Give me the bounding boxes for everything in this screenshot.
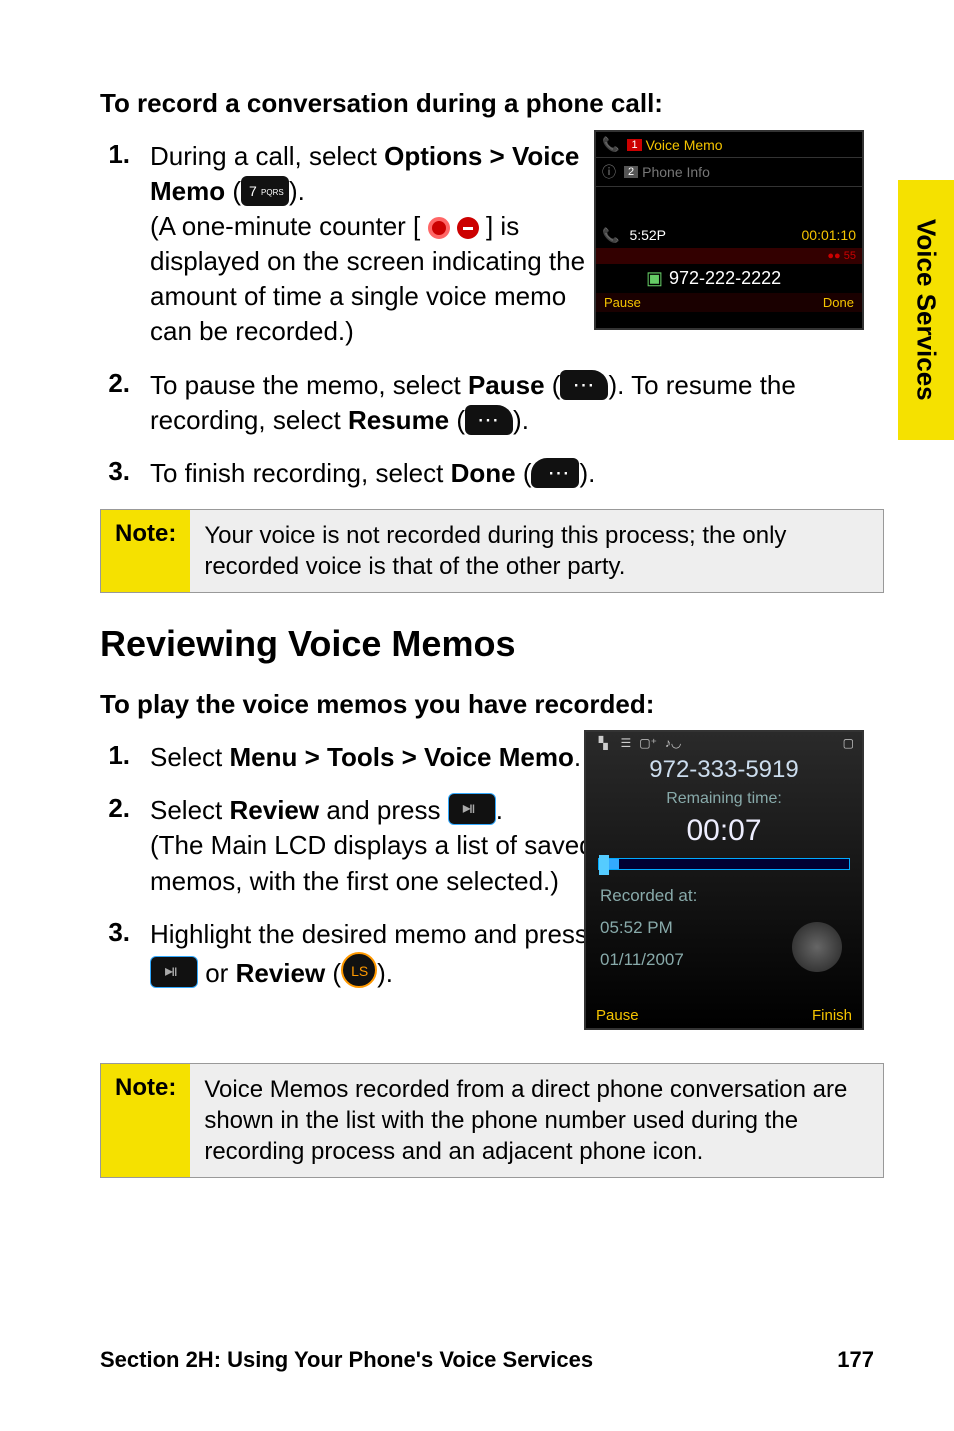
play-pause-key-icon: [448, 793, 496, 825]
step-bold: Review: [236, 958, 326, 988]
section-side-tab: Voice Services: [898, 180, 954, 440]
step-text: Highlight the desired memo and press: [150, 919, 588, 949]
remaining-label: Remaining time:: [586, 790, 862, 808]
step-text: or: [198, 958, 236, 988]
section-heading: Reviewing Voice Memos: [100, 623, 884, 665]
remaining-time: 00:07: [586, 814, 862, 848]
step-text: Select: [150, 795, 230, 825]
step-bold: Review: [230, 795, 320, 825]
note-text: Your voice is not recorded during this p…: [190, 510, 883, 592]
recorded-at-label: Recorded at:: [586, 880, 862, 912]
phone-icon: 📞: [602, 136, 619, 153]
phone-number: 972-222-2222: [669, 268, 781, 288]
step-text: (A one-minute counter [: [150, 211, 420, 241]
phone-screenshot-call: 📞 1 Voice Memo ⓘ 2 Phone Info 📞 5:52P 00:01:10…: [594, 130, 864, 330]
tab-label: Voice Memo: [646, 137, 723, 153]
step-text: (: [545, 370, 561, 400]
softkey-right: Done: [823, 295, 854, 310]
vibrate-icon: ▢⁺: [639, 736, 657, 750]
step-text: Select: [150, 742, 230, 772]
step-bold: Menu > Tools > Voice Memo: [230, 742, 574, 772]
record-icon: [428, 217, 450, 239]
step-number: 3.: [100, 917, 130, 991]
note-box: Note: Voice Memos recorded from a direct…: [100, 1063, 884, 1179]
page-footer: Section 2H: Using Your Phone's Voice Ser…: [100, 1347, 874, 1373]
footer-section: Section 2H: Using Your Phone's Voice Ser…: [100, 1347, 593, 1373]
battery-icon: ▢: [843, 736, 854, 750]
softkey-dots-left-icon: [531, 458, 579, 488]
step-text: (The Main LCD displays a list of saved m…: [150, 830, 594, 895]
contact-icon: ▣: [646, 268, 663, 288]
softkey-dots-icon: [465, 405, 513, 435]
step-text: (: [325, 958, 341, 988]
tab-index: 2: [624, 166, 638, 178]
phone-screenshot-memo: ▝▖ ☰ ▢⁺ ♪◡ ▢ 972-333-5919 Remaining time: 00…: [584, 730, 864, 1030]
step-number: 1.: [100, 740, 130, 775]
info-icon: ⓘ: [602, 162, 616, 182]
step-text: During a call, select: [150, 141, 384, 171]
step-number: 2.: [100, 368, 130, 438]
page-number: 177: [837, 1347, 874, 1373]
phone-icon: 📞: [602, 227, 619, 244]
progress-bar: [598, 858, 850, 870]
elapsed-time: 00:01:10: [802, 227, 857, 244]
stop-icon: [457, 217, 479, 239]
note-label: Note:: [101, 510, 190, 592]
step-number: 2.: [100, 793, 130, 898]
note-text: Voice Memos recorded from a direct phone…: [190, 1064, 883, 1178]
step-number: 1.: [100, 139, 130, 350]
key-7-icon: [241, 176, 289, 206]
step-text: .: [496, 795, 503, 825]
step-text: ).: [377, 958, 393, 988]
step-text: (: [225, 176, 241, 206]
section1-intro: To record a conversation during a phone …: [100, 88, 884, 119]
section2-intro: To play the voice memos you have recorde…: [100, 689, 884, 720]
status-icon: ☰: [620, 736, 631, 750]
softkey-left: Pause: [596, 1007, 639, 1024]
step-text: and press: [319, 795, 448, 825]
step-text: ).: [289, 176, 305, 206]
side-tab-label: Voice Services: [911, 219, 942, 401]
note-box: Note: Your voice is not recorded during …: [100, 509, 884, 593]
play-pause-key-icon: [150, 956, 198, 988]
rec-indicator-icon: ●●: [827, 250, 840, 262]
note-label: Note:: [101, 1064, 190, 1178]
softkey-left: Pause: [604, 295, 641, 310]
tab-index: 1: [627, 139, 641, 151]
tab-label: Phone Info: [642, 164, 710, 180]
clock-time: 5:52P: [629, 227, 791, 244]
step-text: ).: [579, 458, 595, 488]
step-text: To pause the memo, select: [150, 370, 468, 400]
sound-icon: ♪◡: [665, 736, 681, 750]
memo-phone-number: 972-333-5919: [586, 756, 862, 784]
step-text: (: [449, 405, 465, 435]
step-bold: Pause: [468, 370, 545, 400]
ls-key-icon: [341, 952, 377, 988]
microphone-icon: [792, 922, 842, 972]
step-bold: Resume: [348, 405, 449, 435]
softkey-dots-icon: [560, 370, 608, 400]
counter: 55: [844, 250, 856, 262]
step-text: ).: [513, 405, 529, 435]
step-number: 3.: [100, 456, 130, 491]
step-bold: Done: [451, 458, 516, 488]
step-text: To finish recording, select: [150, 458, 451, 488]
step-text: (: [516, 458, 532, 488]
step-text: .: [574, 742, 581, 772]
status-bar: ▝▖ ☰ ▢⁺ ♪◡ ▢: [586, 732, 862, 754]
signal-icon: ▝▖: [594, 736, 612, 750]
softkey-right: Finish: [812, 1007, 852, 1024]
